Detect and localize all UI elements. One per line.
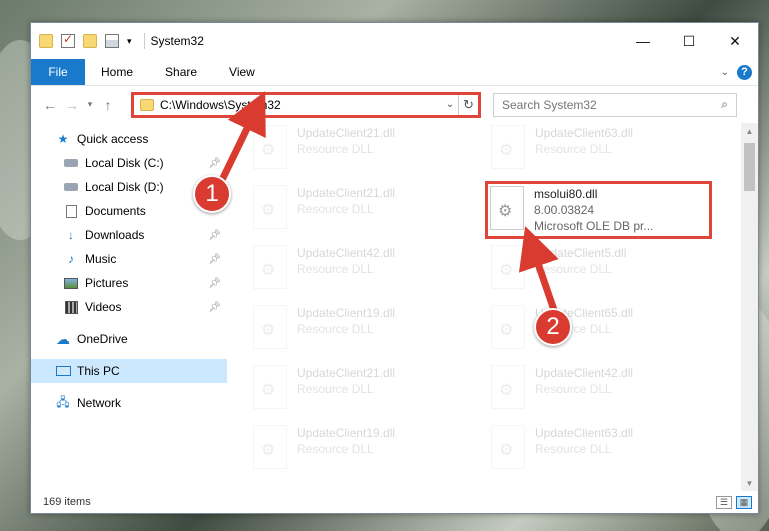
arrow-2 bbox=[518, 226, 559, 314]
annotation-arrows bbox=[218, 91, 559, 314]
arrow-1 bbox=[218, 91, 266, 184]
step-2-badge: 2 bbox=[534, 308, 572, 346]
step-1-badge: 1 bbox=[193, 175, 231, 213]
